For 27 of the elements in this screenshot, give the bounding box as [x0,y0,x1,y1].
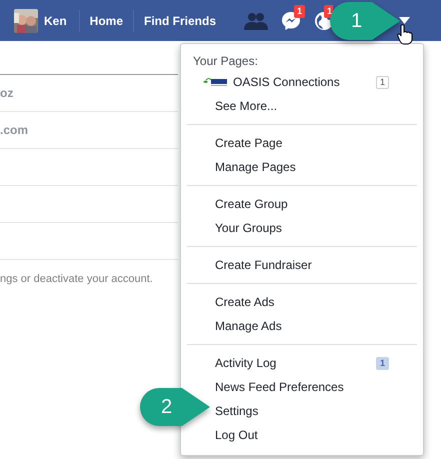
menu-item[interactable]: See More... [215,97,278,115]
menu-item[interactable]: Your Groups [215,219,282,237]
profile-link[interactable]: Ken [44,12,67,30]
menu-item[interactable]: Activity Log [215,354,276,372]
callout-marker: 2 [140,388,210,426]
menu-item[interactable]: Manage Pages [215,158,296,176]
settings-value: .com [0,122,28,139]
menu-item[interactable]: News Feed Preferences [215,378,344,396]
settings-note: ngs or deactivate your account. [0,272,154,287]
count-badge: 1 [376,76,389,88]
callout-marker: 1 [330,2,400,40]
nav-link[interactable]: Find Friends [144,12,216,30]
nav-link[interactable]: Home [90,12,124,30]
notification-badge: 1 [294,5,306,18]
menu-item[interactable]: Log Out [215,426,258,444]
menu-heading: Your Pages: [192,53,259,70]
logo-icon [203,77,227,87]
menu-item[interactable]: OASIS Connections [233,73,340,91]
settings-value: oz [0,85,14,102]
notification-badge: 1 [324,5,334,18]
menu-item[interactable]: Manage Ads [215,317,282,335]
menu-item[interactable]: Create Group [215,195,288,213]
count-badge: 1 [376,356,389,370]
menu-item[interactable]: Settings [215,402,258,420]
menu-item[interactable]: Create Page [215,134,282,152]
menu-item[interactable]: Create Ads [215,293,274,311]
menu-item[interactable]: Create Fundraiser [215,256,312,274]
